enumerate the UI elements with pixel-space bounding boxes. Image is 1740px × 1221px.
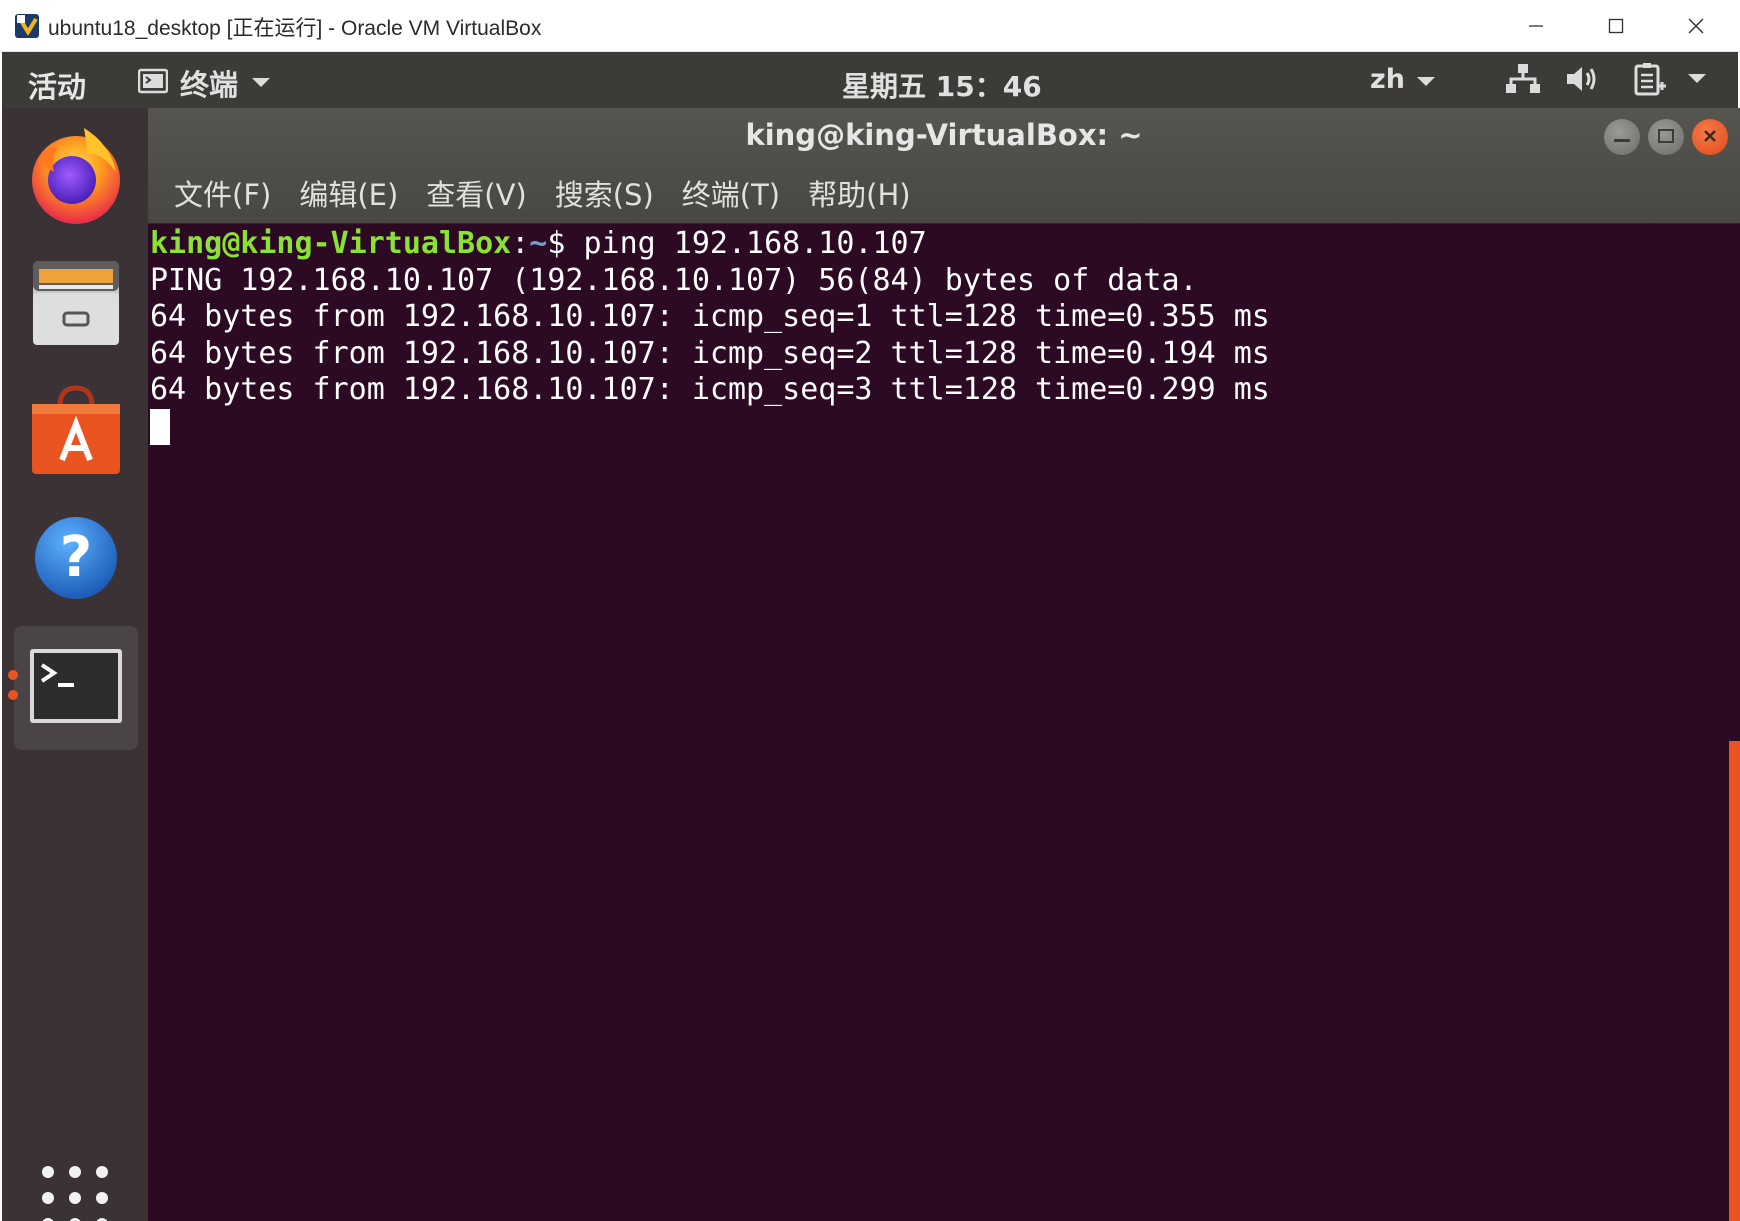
power-icon[interactable] <box>1630 62 1670 102</box>
command-line: king@king-VirtualBox:~$ ping 192.168.10.… <box>150 226 1270 263</box>
maximize-icon[interactable] <box>1576 4 1656 48</box>
svg-text:?: ? <box>60 525 92 590</box>
app-grid-icon[interactable] <box>40 1164 110 1221</box>
dock-item-terminal[interactable] <box>14 626 138 750</box>
dock: ? <box>2 108 148 1221</box>
terminal-app-icon <box>137 68 169 98</box>
clock[interactable]: 星期五 15：46 <box>842 65 1042 105</box>
chevron-down-icon <box>250 74 272 93</box>
virtualbox-icon <box>14 12 42 40</box>
dock-item-help[interactable]: ? <box>14 498 138 622</box>
prompt-separator: : <box>511 226 530 261</box>
app-menu-label: 终端 <box>180 68 239 102</box>
volume-icon[interactable] <box>1564 62 1602 100</box>
file-cabinet-icon <box>29 255 123 353</box>
prompt-symbol: $ <box>547 226 584 261</box>
prompt-path: ~ <box>529 226 548 261</box>
terminal-body[interactable]: king@king-VirtualBox:~$ ping 192.168.10.… <box>148 224 1740 1221</box>
chevron-down-icon <box>1415 64 1437 95</box>
output-line: PING 192.168.10.107 (192.168.10.107) 56(… <box>150 262 1198 298</box>
menu-file[interactable]: 文件(F) <box>160 172 285 214</box>
app-menu[interactable]: 终端 <box>137 62 272 104</box>
window-maximize-button[interactable] <box>1648 119 1684 155</box>
close-icon <box>1703 128 1717 147</box>
host-window-title: ubuntu18_desktop [正在运行] - Oracle VM Virt… <box>48 17 542 40</box>
cursor-line <box>150 408 1270 446</box>
maximize-icon <box>1658 128 1674 147</box>
close-icon[interactable] <box>1656 4 1736 48</box>
output-line: 64 bytes from 192.168.10.107: icmp_seq=3… <box>150 372 1270 407</box>
menu-edit[interactable]: 编辑(E) <box>285 172 412 214</box>
window-minimize-button[interactable] <box>1604 119 1640 155</box>
terminal-title: king@king-VirtualBox: ~ <box>745 118 1143 152</box>
terminal-header: king@king-VirtualBox: ~ 文件(F) 编辑(E) 查看(V… <box>148 108 1740 224</box>
menu-help[interactable]: 帮助(H) <box>794 172 924 214</box>
input-language: zh <box>1370 64 1405 95</box>
activities-button[interactable]: 活动 <box>28 64 86 106</box>
terminal-menubar: 文件(F) 编辑(E) 查看(V) 搜索(S) 终端(T) 帮助(H) <box>160 172 925 214</box>
running-indicator <box>8 690 18 700</box>
window-close-button[interactable] <box>1692 119 1728 155</box>
chevron-down-icon[interactable] <box>1686 70 1708 89</box>
firefox-icon <box>24 122 128 230</box>
prompt-user: king@king-VirtualBox <box>150 226 512 261</box>
terminal-icon <box>28 647 124 729</box>
desktop-edge-accent <box>1729 741 1740 1221</box>
terminal-output: king@king-VirtualBox:~$ ping 192.168.10.… <box>150 226 1270 445</box>
menu-view[interactable]: 查看(V) <box>412 172 540 214</box>
dock-item-files[interactable] <box>14 242 138 366</box>
command-text: ping 192.168.10.107 <box>583 226 927 261</box>
output-line: 64 bytes from 192.168.10.107: icmp_seq=2… <box>150 335 1270 371</box>
input-method-menu[interactable]: zh <box>1370 64 1437 95</box>
host-titlebar: ubuntu18_desktop [正在运行] - Oracle VM Virt… <box>0 0 1740 52</box>
help-icon: ? <box>32 514 120 606</box>
output-line: 64 bytes from 192.168.10.107: icmp_seq=1… <box>150 299 1270 334</box>
running-indicator <box>8 670 18 680</box>
software-center-icon <box>28 382 124 482</box>
gnome-top-bar: 活动 终端 星期五 15：46 zh <box>2 52 1738 108</box>
minimize-icon[interactable] <box>1496 4 1576 48</box>
dock-item-software[interactable] <box>14 370 138 494</box>
menu-search[interactable]: 搜索(S) <box>541 172 668 214</box>
menu-terminal[interactable]: 终端(T) <box>668 172 794 214</box>
text-cursor <box>150 408 170 445</box>
minimize-icon <box>1614 128 1630 147</box>
network-icon[interactable] <box>1504 62 1542 100</box>
dock-item-firefox[interactable] <box>14 114 138 238</box>
